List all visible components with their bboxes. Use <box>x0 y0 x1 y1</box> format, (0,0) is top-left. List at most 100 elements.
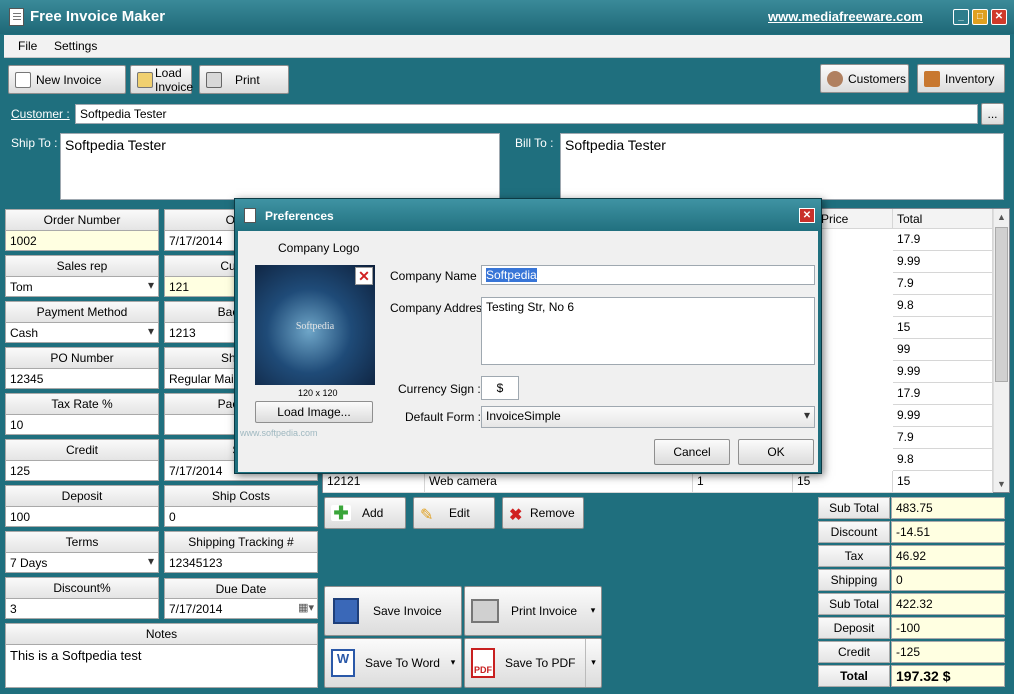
default-form-value: InvoiceSimple <box>486 409 561 423</box>
company-logo-image: Softpedia ✕ <box>255 265 375 385</box>
load-invoice-button[interactable]: Load Invoice <box>130 65 193 94</box>
ship-costs-field[interactable]: 0 <box>164 506 318 527</box>
discount-percent-field[interactable]: 3 <box>5 598 159 619</box>
total-cell[interactable]: 9.8 <box>893 295 993 317</box>
po-number-label: PO Number <box>5 347 159 369</box>
remove-x-icon: ✖ <box>509 507 523 524</box>
bill-to-label: Bill To : <box>515 136 554 150</box>
scroll-thumb[interactable] <box>995 227 1008 382</box>
ship-to-label: Ship To : <box>11 136 58 150</box>
save-invoice-button[interactable]: Save Invoice <box>324 586 462 636</box>
customer-label[interactable]: Customer : <box>11 107 70 121</box>
total-cell[interactable]: 7.9 <box>893 273 993 295</box>
po-number-field[interactable]: 12345 <box>5 368 159 389</box>
new-document-icon <box>15 71 31 88</box>
pdf-icon: PDF <box>471 648 495 678</box>
minimize-button[interactable]: _ <box>953 9 969 25</box>
totals-label: Sub Total <box>818 593 890 615</box>
chevron-down-icon[interactable]: ▾ <box>585 587 601 635</box>
calendar-icon[interactable]: ▦▾ <box>298 601 314 614</box>
word-icon: W <box>331 649 355 677</box>
customer-field[interactable]: Softpedia Tester <box>75 104 978 124</box>
row-qty[interactable]: 1 <box>693 471 793 493</box>
tracking-field[interactable]: 12345123 <box>164 552 318 573</box>
total-cell[interactable]: 99 <box>893 339 993 361</box>
total-cell[interactable]: 17.9 <box>893 229 993 251</box>
chevron-down-icon[interactable]: ▾ <box>585 639 601 687</box>
remove-button[interactable]: ✖ Remove <box>502 497 584 529</box>
chevron-down-icon[interactable]: ▾ <box>445 639 461 687</box>
grid-scrollbar[interactable]: ▲ ▼ <box>993 209 1009 492</box>
total-cell[interactable]: 7.9 <box>893 427 993 449</box>
due-date-picker[interactable]: 7/17/2014 ▦▾ <box>164 598 318 619</box>
bill-to-field[interactable]: Softpedia Tester <box>560 133 1004 200</box>
website-link[interactable]: www.mediafreeware.com <box>768 9 923 24</box>
payment-method-value: Cash <box>10 326 39 340</box>
dialog-body: Company Logo Softpedia ✕ 120 x 120 Load … <box>238 231 818 472</box>
scroll-down-icon[interactable]: ▼ <box>997 479 1006 489</box>
save-to-word-label: Save To Word <box>365 656 440 670</box>
terms-select[interactable]: 7 Days <box>5 552 159 573</box>
tracking-label: Shipping Tracking # <box>164 531 318 553</box>
remove-logo-icon[interactable]: ✕ <box>355 267 373 285</box>
row-code[interactable]: 12121 <box>323 471 425 493</box>
totals-value: -100 <box>891 617 1005 639</box>
new-invoice-label: New Invoice <box>36 72 102 87</box>
close-button[interactable]: ✕ <box>991 9 1007 25</box>
company-name-value: Softpedia <box>486 268 537 282</box>
price-header[interactable]: Price <box>817 209 893 229</box>
inventory-button[interactable]: Inventory <box>917 64 1005 93</box>
edit-button[interactable]: ✎ Edit <box>413 497 495 529</box>
total-cell[interactable]: 9.99 <box>893 251 993 273</box>
currency-sign-field[interactable]: $ <box>481 376 519 400</box>
default-form-label: Default Form : <box>405 410 482 424</box>
sales-rep-select[interactable]: Tom <box>5 276 159 297</box>
menu-settings[interactable]: Settings <box>54 39 97 53</box>
dialog-close-icon[interactable]: ✕ <box>799 208 815 223</box>
sales-rep-value: Tom <box>10 280 33 294</box>
payment-method-select[interactable]: Cash <box>5 322 159 343</box>
total-cell[interactable]: 15 <box>893 471 993 493</box>
maximize-button[interactable]: □ <box>972 9 988 25</box>
company-name-field[interactable]: Softpedia <box>481 265 815 285</box>
currency-sign-label: Currency Sign : <box>398 382 481 396</box>
ok-button[interactable]: OK <box>738 439 814 465</box>
credit-field[interactable]: 125 <box>5 460 159 481</box>
total-cell[interactable]: 15 <box>893 317 993 339</box>
customer-browse-button[interactable]: ... <box>981 103 1004 125</box>
total-cell[interactable]: 9.99 <box>893 405 993 427</box>
totals-value: 0 <box>891 569 1005 591</box>
print-invoice-button[interactable]: Print Invoice ▾ <box>464 586 602 636</box>
ship-to-field[interactable]: Softpedia Tester <box>60 133 500 200</box>
printer-icon <box>471 599 499 623</box>
row-description[interactable]: Web camera <box>425 471 693 493</box>
save-to-word-button[interactable]: W Save To Word ▾ <box>324 638 462 688</box>
row-price[interactable]: 15 <box>793 471 893 493</box>
deposit-field[interactable]: 100 <box>5 506 159 527</box>
total-cell[interactable]: 9.8 <box>893 449 993 471</box>
discount-percent-label: Discount% <box>5 577 159 599</box>
load-image-button[interactable]: Load Image... <box>255 401 373 423</box>
scroll-up-icon[interactable]: ▲ <box>997 212 1006 222</box>
cancel-button[interactable]: Cancel <box>654 439 730 465</box>
customers-button[interactable]: Customers <box>820 64 909 93</box>
plus-icon: ✚ <box>331 504 351 522</box>
add-button[interactable]: ✚ Add <box>324 497 406 529</box>
total-cell[interactable]: 9.99 <box>893 361 993 383</box>
preferences-dialog: Preferences ✕ Company Logo Softpedia ✕ 1… <box>234 198 822 474</box>
menu-file[interactable]: File <box>18 39 37 53</box>
company-address-field[interactable]: Testing Str, No 6 <box>481 297 815 365</box>
totals-value: 483.75 <box>891 497 1005 519</box>
new-invoice-button[interactable]: New Invoice <box>8 65 126 94</box>
default-form-select[interactable]: InvoiceSimple <box>481 406 815 428</box>
tax-rate-field[interactable]: 10 <box>5 414 159 435</box>
notes-field[interactable]: This is a Softpedia test <box>5 644 318 688</box>
save-to-pdf-button[interactable]: PDF Save To PDF ▾ <box>464 638 602 688</box>
logo-size-text: 120 x 120 <box>298 388 338 398</box>
totals-label: Credit <box>818 641 890 663</box>
total-cell[interactable]: 17.9 <box>893 383 993 405</box>
order-number-field[interactable]: 1002 <box>5 230 159 251</box>
total-header[interactable]: Total <box>893 209 993 229</box>
print-button[interactable]: Print <box>199 65 289 94</box>
sales-rep-label: Sales rep <box>5 255 159 277</box>
